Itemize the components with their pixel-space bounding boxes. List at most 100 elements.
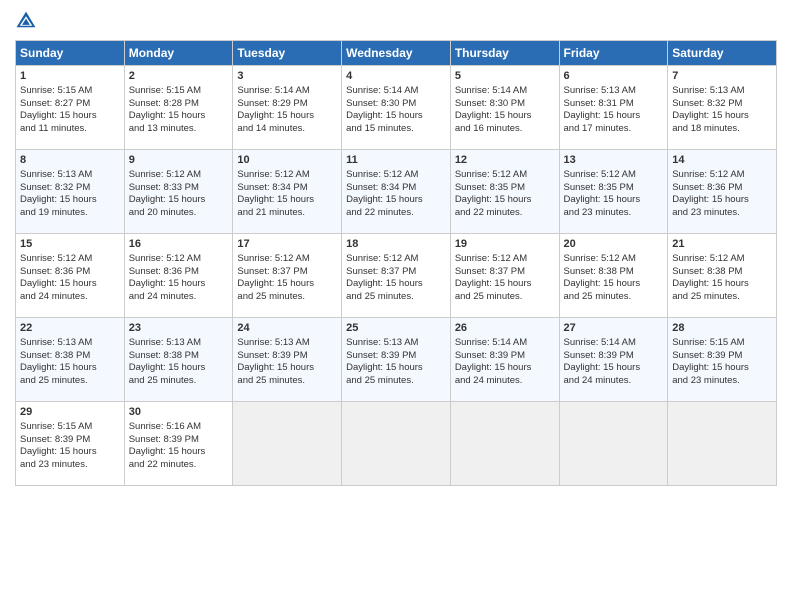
day-number: 4 (346, 69, 446, 84)
daylight-minutes: and 23 minutes. (20, 459, 88, 470)
sunrise-info: Sunrise: 5:15 AM (129, 85, 201, 96)
sunset-info: Sunset: 8:39 PM (672, 350, 742, 361)
daylight-info: Daylight: 15 hours (20, 362, 97, 373)
day-number: 8 (20, 153, 120, 168)
sunset-info: Sunset: 8:39 PM (564, 350, 634, 361)
sunset-info: Sunset: 8:27 PM (20, 98, 90, 109)
day-number: 14 (672, 153, 772, 168)
daylight-info: Daylight: 15 hours (455, 194, 532, 205)
calendar-table: Sunday Monday Tuesday Wednesday Thursday… (15, 40, 777, 486)
table-row: 19Sunrise: 5:12 AMSunset: 8:37 PMDayligh… (450, 234, 559, 318)
daylight-info: Daylight: 15 hours (237, 110, 314, 121)
table-row: 29Sunrise: 5:15 AMSunset: 8:39 PMDayligh… (16, 402, 125, 486)
table-row: 16Sunrise: 5:12 AMSunset: 8:36 PMDayligh… (124, 234, 233, 318)
table-row: 4Sunrise: 5:14 AMSunset: 8:30 PMDaylight… (342, 66, 451, 150)
col-thursday: Thursday (450, 41, 559, 66)
daylight-info: Daylight: 15 hours (672, 194, 749, 205)
daylight-minutes: and 19 minutes. (20, 207, 88, 218)
day-number: 30 (129, 405, 229, 420)
table-row: 13Sunrise: 5:12 AMSunset: 8:35 PMDayligh… (559, 150, 668, 234)
sunrise-info: Sunrise: 5:12 AM (237, 169, 309, 180)
daylight-minutes: and 25 minutes. (672, 291, 740, 302)
daylight-info: Daylight: 15 hours (129, 362, 206, 373)
day-number: 20 (564, 237, 664, 252)
calendar-row-2: 8Sunrise: 5:13 AMSunset: 8:32 PMDaylight… (16, 150, 777, 234)
sunrise-info: Sunrise: 5:12 AM (346, 253, 418, 264)
day-number: 3 (237, 69, 337, 84)
table-row: 24Sunrise: 5:13 AMSunset: 8:39 PMDayligh… (233, 318, 342, 402)
sunset-info: Sunset: 8:38 PM (564, 266, 634, 277)
daylight-minutes: and 25 minutes. (129, 375, 197, 386)
sunrise-info: Sunrise: 5:15 AM (672, 337, 744, 348)
daylight-minutes: and 16 minutes. (455, 123, 523, 134)
daylight-info: Daylight: 15 hours (672, 362, 749, 373)
day-number: 26 (455, 321, 555, 336)
sunset-info: Sunset: 8:35 PM (455, 182, 525, 193)
day-number: 9 (129, 153, 229, 168)
table-row: 20Sunrise: 5:12 AM Sunset: 8:38 PMDayligh… (559, 234, 668, 318)
day-number: 18 (346, 237, 446, 252)
daylight-info: Daylight: 15 hours (564, 194, 641, 205)
sunset-info: Sunset: 8:39 PM (346, 350, 416, 361)
sunset-info: Sunset: 8:35 PM (564, 182, 634, 193)
daylight-info: Daylight: 15 hours (129, 110, 206, 121)
daylight-minutes: and 21 minutes. (237, 207, 305, 218)
day-number: 29 (20, 405, 120, 420)
sunrise-info: Sunrise: 5:15 AM (20, 85, 92, 96)
day-number: 2 (129, 69, 229, 84)
table-row: 6Sunrise: 5:13 AMSunset: 8:31 PMDaylight… (559, 66, 668, 150)
calendar-row-3: 15Sunrise: 5:12 AMSunset: 8:36 PMDayligh… (16, 234, 777, 318)
sunrise-info: Sunrise: 5:13 AM (564, 85, 636, 96)
table-row: 3Sunrise: 5:14 AMSunset: 8:29 PMDaylight… (233, 66, 342, 150)
daylight-minutes: and 15 minutes. (346, 123, 414, 134)
day-number: 13 (564, 153, 664, 168)
daylight-info: Daylight: 15 hours (237, 194, 314, 205)
daylight-info: Daylight: 15 hours (20, 278, 97, 289)
day-number: 11 (346, 153, 446, 168)
table-row: 25Sunrise: 5:13 AMSunset: 8:39 PMDayligh… (342, 318, 451, 402)
daylight-minutes: and 11 minutes. (20, 123, 87, 134)
day-number: 6 (564, 69, 664, 84)
day-number: 5 (455, 69, 555, 84)
calendar-row-1: 1Sunrise: 5:15 AMSunset: 8:27 PMDaylight… (16, 66, 777, 150)
sunset-info: Sunset: 8:33 PM (129, 182, 199, 193)
sunset-info: Sunset: 8:37 PM (237, 266, 307, 277)
sunset-info: Sunset: 8:32 PM (20, 182, 90, 193)
table-row: 23Sunrise: 5:13 AMSunset: 8:38 PMDayligh… (124, 318, 233, 402)
sunrise-info: Sunrise: 5:14 AM (455, 337, 527, 348)
daylight-minutes: and 13 minutes. (129, 123, 197, 134)
table-row (450, 402, 559, 486)
daylight-info: Daylight: 15 hours (237, 362, 314, 373)
daylight-info: Daylight: 15 hours (672, 278, 749, 289)
daylight-minutes: and 25 minutes. (346, 375, 414, 386)
day-number: 10 (237, 153, 337, 168)
sunset-info: Sunset: 8:36 PM (672, 182, 742, 193)
sunset-info: Sunset: 8:37 PM (455, 266, 525, 277)
sunrise-info: Sunrise: 5:12 AM (129, 169, 201, 180)
daylight-info: Daylight: 15 hours (129, 194, 206, 205)
page: Sunday Monday Tuesday Wednesday Thursday… (0, 0, 792, 612)
sunrise-info: Sunrise: 5:14 AM (564, 337, 636, 348)
daylight-minutes: and 24 minutes. (20, 291, 88, 302)
daylight-minutes: and 23 minutes. (564, 207, 632, 218)
sunrise-info: Sunrise: 5:12 AM (564, 253, 636, 264)
sunset-info: Sunset: 8:38 PM (672, 266, 742, 277)
sunrise-info: Sunrise: 5:12 AM (346, 169, 418, 180)
day-number: 17 (237, 237, 337, 252)
daylight-info: Daylight: 15 hours (455, 110, 532, 121)
sunrise-info: Sunrise: 5:14 AM (237, 85, 309, 96)
daylight-minutes: and 25 minutes. (237, 291, 305, 302)
daylight-minutes: and 23 minutes. (672, 207, 740, 218)
table-row: 12Sunrise: 5:12 AMSunset: 8:35 PMDayligh… (450, 150, 559, 234)
calendar-header-row: Sunday Monday Tuesday Wednesday Thursday… (16, 41, 777, 66)
daylight-minutes: and 25 minutes. (455, 291, 523, 302)
sunrise-info: Sunrise: 5:12 AM (455, 253, 527, 264)
daylight-info: Daylight: 15 hours (129, 278, 206, 289)
daylight-info: Daylight: 15 hours (564, 278, 641, 289)
sunset-info: Sunset: 8:39 PM (20, 434, 90, 445)
sunrise-info: Sunrise: 5:12 AM (672, 253, 744, 264)
table-row: 17Sunrise: 5:12 AMSunset: 8:37 PMDayligh… (233, 234, 342, 318)
sunset-info: Sunset: 8:39 PM (237, 350, 307, 361)
table-row: 2Sunrise: 5:15 AMSunset: 8:28 PMDaylight… (124, 66, 233, 150)
col-saturday: Saturday (668, 41, 777, 66)
